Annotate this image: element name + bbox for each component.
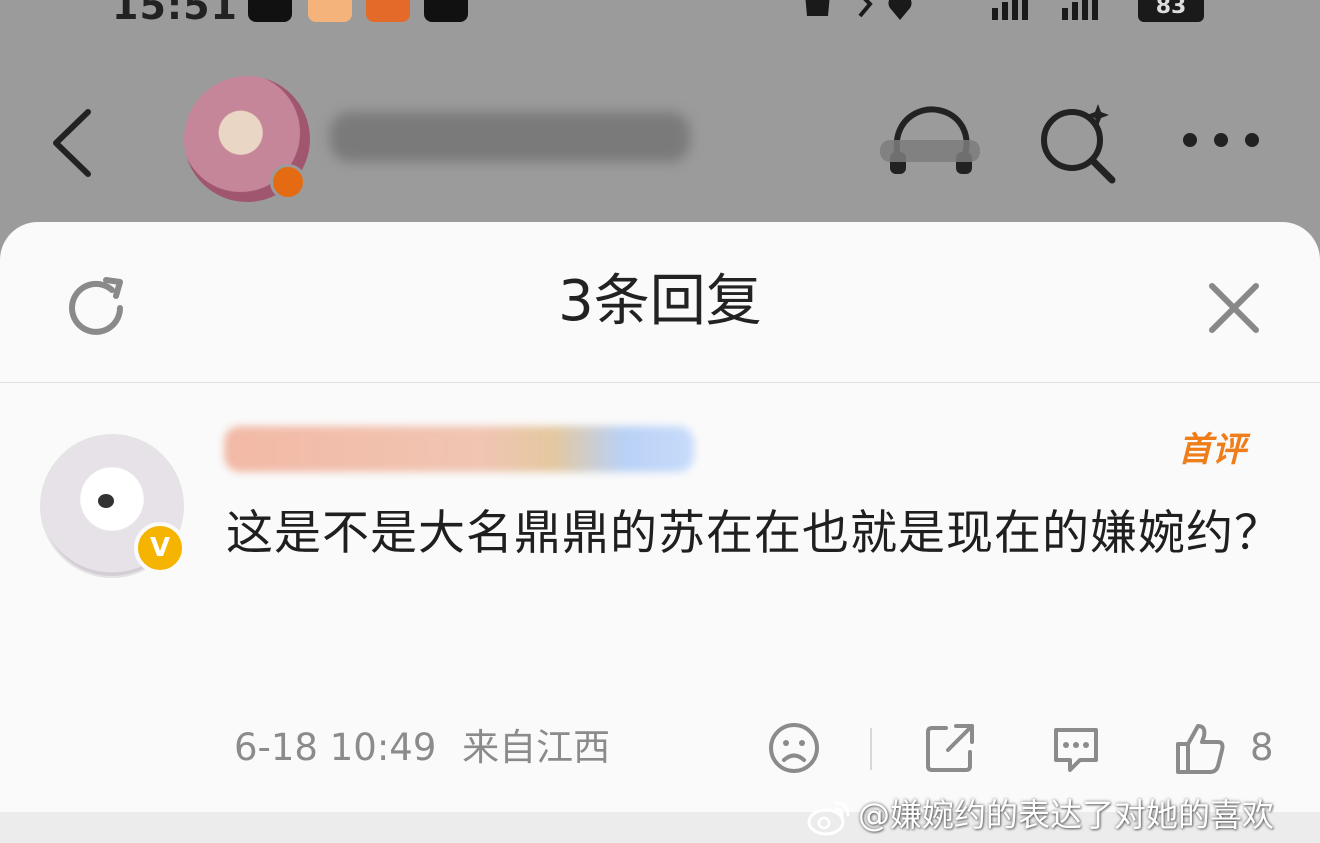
sad-face-icon — [769, 723, 819, 773]
status-icons — [805, 0, 912, 20]
search-button[interactable] — [1036, 100, 1120, 184]
like-count: 8 — [1250, 726, 1274, 769]
weibo-app-icon — [308, 0, 352, 22]
shopping-app-icon — [424, 0, 468, 22]
weibo-logo-icon — [807, 801, 850, 836]
back-arrow-icon — [53, 109, 91, 177]
listen-icon — [880, 106, 980, 174]
more-button[interactable] — [1176, 122, 1266, 158]
close-button[interactable] — [1198, 272, 1270, 344]
comment-date: 6-18 10:49 — [234, 726, 437, 769]
status-bar: 15:51 83 — [0, 0, 1320, 30]
top-navigation — [0, 70, 1320, 220]
comment-location: 来自江西 — [462, 726, 611, 769]
more-icon — [1183, 133, 1259, 147]
close-icon — [1209, 283, 1259, 333]
comment-text: 这是不是大名鼎鼎的苏在在也就是现在的嫌婉约？ — [226, 506, 1282, 561]
battery-indicator: 83 — [1138, 0, 1204, 22]
weibo-watermark: @嫌婉约的表达了对她的喜欢 — [806, 790, 1274, 840]
commenter-avatar[interactable]: V — [40, 434, 186, 578]
account-name-redacted — [330, 112, 690, 162]
comment-meta: 6-18 10:49 来自江西 — [234, 720, 610, 776]
react-button[interactable] — [766, 720, 822, 776]
verified-badge — [270, 164, 306, 200]
search-icon — [1041, 104, 1116, 184]
account-avatar[interactable] — [184, 76, 310, 202]
like-button[interactable] — [1172, 720, 1228, 776]
tiktok-app-icon — [248, 0, 292, 22]
listen-button[interactable] — [880, 100, 980, 180]
sheet-header: 3条回复 — [0, 222, 1320, 383]
back-button[interactable] — [48, 108, 98, 178]
watermark-text: @嫌婉约的表达了对她的喜欢 — [858, 796, 1275, 834]
status-time: 15:51 — [112, 0, 238, 28]
thumbs-up-icon — [1176, 724, 1225, 774]
commenter-username-redacted[interactable] — [224, 426, 694, 472]
replies-sheet: 3条回复 V 首评 这是不是大名鼎鼎的苏在在也就是现在的嫌婉约？ 6-18 10… — [0, 222, 1320, 812]
share-button[interactable] — [922, 720, 978, 776]
taobao-app-icon — [366, 0, 410, 22]
avatar-detail — [98, 494, 114, 508]
share-icon — [926, 724, 974, 772]
first-comment-badge: 首评 — [1178, 422, 1246, 478]
action-divider — [870, 728, 872, 770]
comment-icon — [1054, 728, 1098, 772]
sheet-title: 3条回复 — [558, 269, 762, 334]
signal-icon — [992, 0, 1098, 20]
verified-badge: V — [134, 522, 186, 574]
reply-button[interactable] — [1048, 720, 1104, 776]
